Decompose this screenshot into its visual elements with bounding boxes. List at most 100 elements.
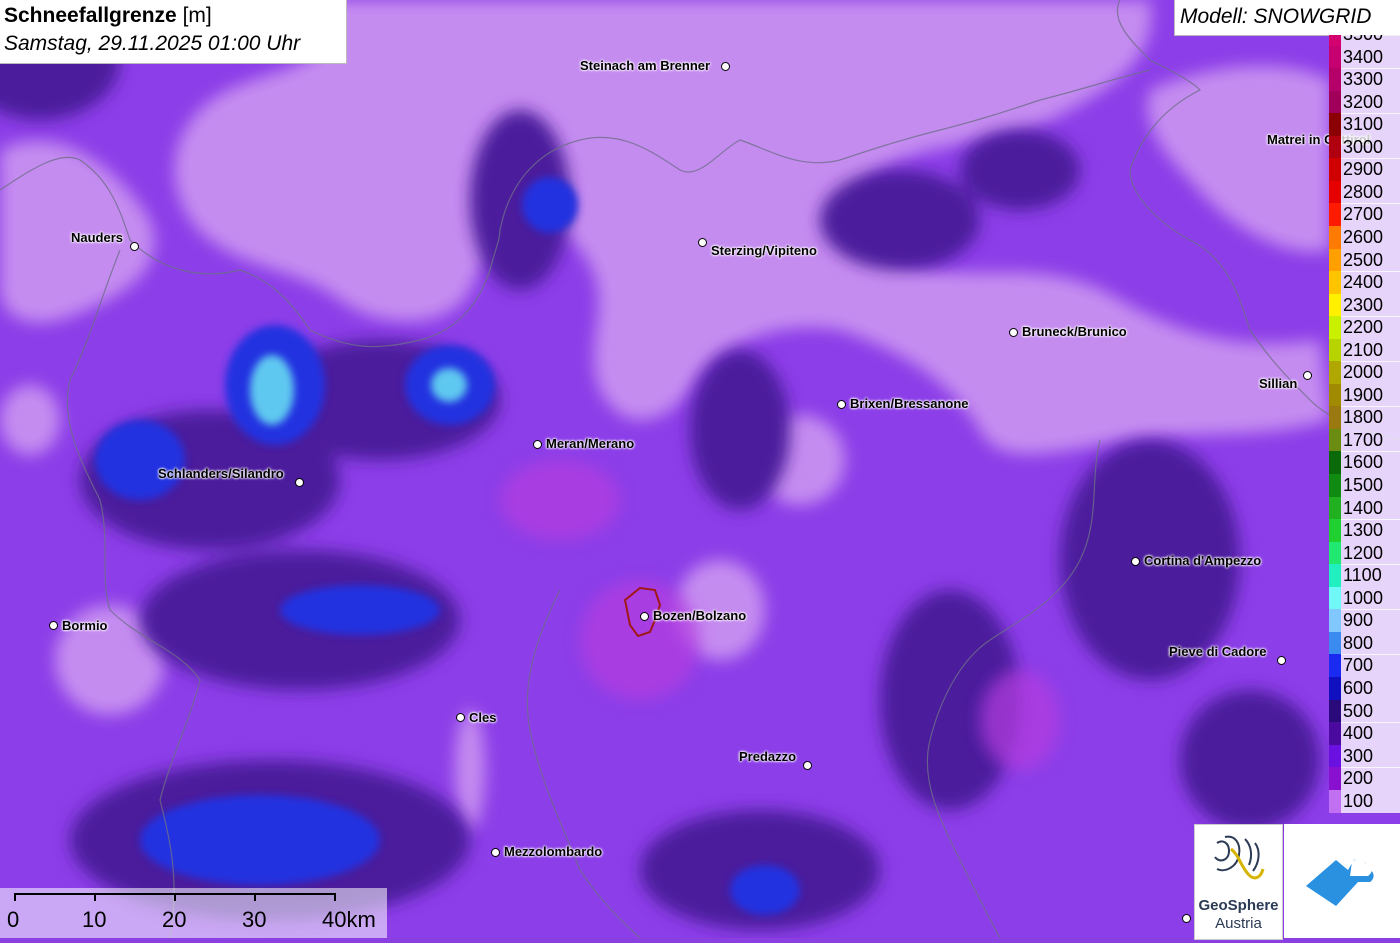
legend-row: 200: [1329, 767, 1400, 791]
legend-swatch: [1329, 428, 1341, 452]
logo-name: GeoSphere: [1198, 897, 1279, 914]
legend-row: 1900: [1329, 383, 1400, 407]
legend-label: 200: [1343, 768, 1374, 789]
scale-tick: [94, 893, 96, 901]
legend-swatch: [1329, 654, 1341, 678]
parameter-unit: [m]: [182, 4, 212, 27]
model-name: Modell: SNOWGRID: [1180, 5, 1372, 28]
legend-label: 600: [1343, 677, 1374, 698]
legend-label: 1700: [1343, 429, 1384, 450]
parameter-name: Schneefallgrenze: [4, 4, 177, 27]
legend-label: 1000: [1343, 587, 1384, 608]
legend-row: 1400: [1329, 496, 1400, 520]
legend-label: 100: [1343, 790, 1374, 811]
legend-swatch: [1329, 406, 1341, 430]
legend-label: 1200: [1343, 542, 1384, 563]
legend-row: 2100: [1329, 338, 1400, 362]
city-dot: [49, 621, 58, 630]
legend-label: 1300: [1343, 520, 1384, 541]
legend-row: 3100: [1329, 113, 1400, 137]
legend-label: 2200: [1343, 317, 1384, 338]
legend-row: 1700: [1329, 428, 1400, 452]
legend-swatch: [1329, 225, 1341, 249]
legend-swatch: [1329, 496, 1341, 520]
legend-row: 2700: [1329, 203, 1400, 227]
legend-row: 1100: [1329, 564, 1400, 588]
legend-swatch: [1329, 180, 1341, 204]
legend-label: 2500: [1343, 249, 1384, 270]
legend-row: 2000: [1329, 361, 1400, 385]
legend-label: 2400: [1343, 272, 1384, 293]
scale-label: 30: [242, 907, 267, 932]
legend-swatch: [1329, 293, 1341, 317]
legend-row: 1600: [1329, 451, 1400, 475]
legend-row: 3200: [1329, 90, 1400, 114]
legend-label: 2700: [1343, 204, 1384, 225]
legend-swatch: [1329, 744, 1341, 768]
city-label: Bruneck/Brunico: [1022, 324, 1127, 339]
color-legend: 3500340033003200310030002900280027002600…: [1329, 35, 1400, 824]
city-dot: [837, 400, 846, 409]
legend-swatch: [1329, 699, 1341, 723]
legend-row: 400: [1329, 722, 1400, 746]
city-dot: [130, 242, 139, 251]
city-dot: [1277, 656, 1286, 665]
legend-row: 3400: [1329, 45, 1400, 69]
legend-row: 3300: [1329, 68, 1400, 92]
legend-swatch: [1329, 383, 1341, 407]
legend-row: 1500: [1329, 474, 1400, 497]
legend-row: 900: [1329, 609, 1400, 633]
city-dot-unlabeled: [1182, 914, 1191, 923]
legend-swatch: [1329, 676, 1341, 700]
city-dot: [1303, 371, 1312, 380]
legend-label: 3300: [1343, 69, 1384, 90]
title-box: Schneefallgrenze [m] Samstag, 29.11.2025…: [0, 0, 347, 64]
legend-swatch: [1329, 248, 1341, 272]
city-dot: [295, 478, 304, 487]
legend-row: 1300: [1329, 519, 1400, 543]
legend-swatch: [1329, 789, 1341, 813]
city-dot: [456, 713, 465, 722]
legend-label: 400: [1343, 723, 1374, 744]
geosphere-logo[interactable]: GeoSphere Austria: [1194, 824, 1283, 940]
legend-swatch: [1329, 113, 1341, 137]
legend-swatch: [1329, 271, 1341, 295]
city-label: Sillian: [1259, 376, 1298, 391]
legend-label: 1500: [1343, 475, 1384, 495]
logo-sub: Austria: [1215, 915, 1262, 932]
scale-tick: [334, 893, 336, 901]
legend-label: 3200: [1343, 91, 1384, 112]
legend-row: 2500: [1329, 248, 1400, 272]
city-dot: [491, 848, 500, 857]
city-dot: [1009, 328, 1018, 337]
legend-row: 2800: [1329, 180, 1400, 204]
legend-label: 900: [1343, 610, 1374, 631]
legend-swatch: [1329, 609, 1341, 633]
city-dot: [640, 612, 649, 621]
legend-label: 2100: [1343, 339, 1384, 360]
city-label: Meran/Merano: [546, 436, 635, 451]
model-box: Modell: SNOWGRID: [1174, 0, 1400, 36]
legend-row: 2300: [1329, 293, 1400, 317]
forecast-datetime: Samstag, 29.11.2025 01:00 Uhr: [4, 32, 301, 55]
scale-tick: [14, 893, 16, 901]
legend-label: 3100: [1343, 114, 1384, 135]
scale-tick: [174, 893, 176, 901]
legend-swatch: [1329, 90, 1341, 114]
city-dot: [721, 62, 730, 71]
city-label: Sterzing/Vipiteno: [711, 243, 817, 258]
city-label: Brixen/Bressanone: [850, 396, 969, 411]
legend-row: 3500: [1329, 35, 1400, 46]
legend-label: 2900: [1343, 159, 1384, 180]
scale-label: 20: [162, 907, 187, 932]
legend-label: 1100: [1343, 565, 1382, 586]
legend-row: 2900: [1329, 158, 1400, 182]
city-label: Schlanders/Silandro: [158, 466, 284, 481]
app-logo[interactable]: [1284, 824, 1400, 938]
city-dot: [698, 238, 707, 247]
legend-swatch: [1329, 451, 1341, 475]
legend-swatch: [1329, 631, 1341, 655]
city-label: Bozen/Bolzano: [653, 608, 747, 623]
legend-row: 2400: [1329, 271, 1400, 295]
legend-swatch: [1329, 316, 1341, 340]
